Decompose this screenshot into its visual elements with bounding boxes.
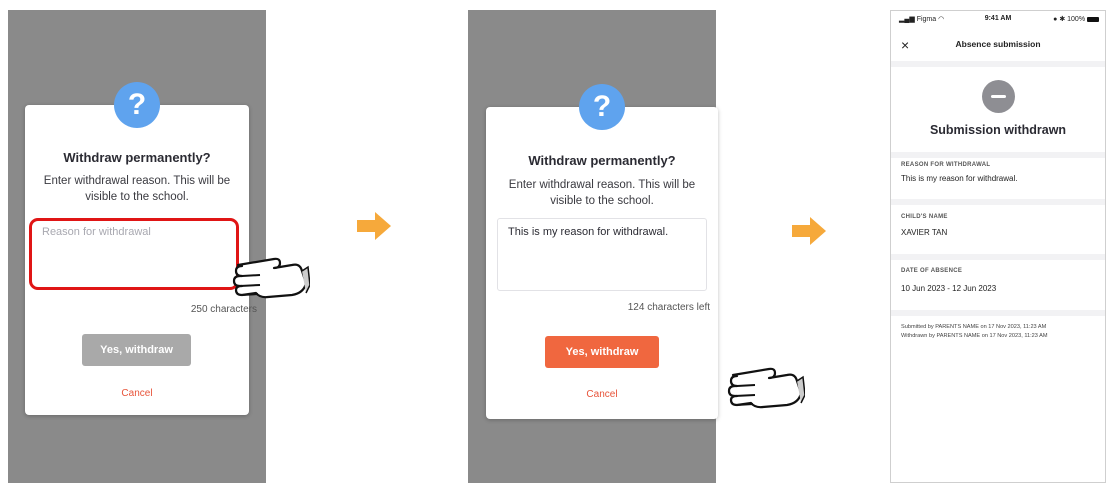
field-value: XAVIER TAN <box>901 228 948 237</box>
dialog-description: Enter withdrawal reason. This will be vi… <box>508 179 696 207</box>
reason-text: This is my reason for withdrawal. <box>508 226 669 238</box>
question-icon: ? <box>579 84 625 130</box>
battery: ● ✱ 100% <box>1053 15 1099 23</box>
withdraw-button[interactable]: Yes, withdraw <box>82 334 191 366</box>
field-label: CHILD'S NAME <box>901 214 948 220</box>
field-label: REASON FOR WITHDRAWAL <box>901 162 991 168</box>
question-icon: ? <box>114 82 160 128</box>
submitted-info: Submitted by PARENTS NAME on 17 Nov 2023… <box>901 324 1047 330</box>
dialog-description: Enter withdrawal reason. This will be vi… <box>43 175 231 203</box>
reason-textarea[interactable]: This is my reason for withdrawal. <box>497 218 707 291</box>
divider <box>891 199 1105 205</box>
page-title: Absence submission <box>955 39 1041 49</box>
divider <box>891 310 1105 316</box>
cancel-link[interactable]: Cancel <box>25 388 249 399</box>
status-hero: Submission withdrawn <box>891 66 1105 149</box>
withdrawn-info: Withdrawn by PARENTS NAME on 17 Nov 2023… <box>901 333 1048 339</box>
cancel-link[interactable]: Cancel <box>486 389 718 400</box>
highlight-box <box>29 218 239 290</box>
battery-percent: 100% <box>1067 16 1086 23</box>
dialog-title: Withdraw permanently? <box>528 153 676 168</box>
step2-phone-overlay: ? Withdraw permanently? Enter withdrawal… <box>468 10 718 483</box>
pointing-hand-icon <box>232 257 310 299</box>
pointing-hand-icon <box>727 367 805 409</box>
nav-bar: × Absence submission <box>891 35 1105 59</box>
bluetooth-icon: ● ✱ <box>1053 16 1066 23</box>
divider <box>891 254 1105 260</box>
status-title: Submission withdrawn <box>929 123 1067 137</box>
field-value: 10 Jun 2023 - 12 Jun 2023 <box>901 284 997 293</box>
withdraw-button[interactable]: Yes, withdraw <box>545 336 659 368</box>
withdraw-dialog: ? Withdraw permanently? Enter withdrawal… <box>486 84 718 419</box>
char-count: 250 characters <box>190 304 257 315</box>
divider <box>891 152 1105 158</box>
step3-phone-screen: ▂▄▆ Figma ◠ 9:41 AM ● ✱ 100% × Absence s… <box>890 10 1106 483</box>
field-value: This is my reason for withdrawal. <box>901 174 1018 183</box>
withdraw-dialog: ? Withdraw permanently? Enter withdrawal… <box>25 82 257 415</box>
field-label: DATE OF ABSENCE <box>901 268 963 274</box>
battery-icon <box>1087 16 1099 22</box>
char-count: 124 characters left <box>627 302 710 313</box>
arrow-right-icon <box>357 212 391 240</box>
withdrawn-icon <box>982 80 1015 113</box>
arrow-right-icon <box>792 217 826 245</box>
status-bar: ▂▄▆ Figma ◠ 9:41 AM ● ✱ 100% <box>891 13 1105 27</box>
step1-phone-overlay: ? Withdraw permanently? Enter withdrawal… <box>8 10 266 483</box>
dialog-title: Withdraw permanently? <box>63 150 211 165</box>
